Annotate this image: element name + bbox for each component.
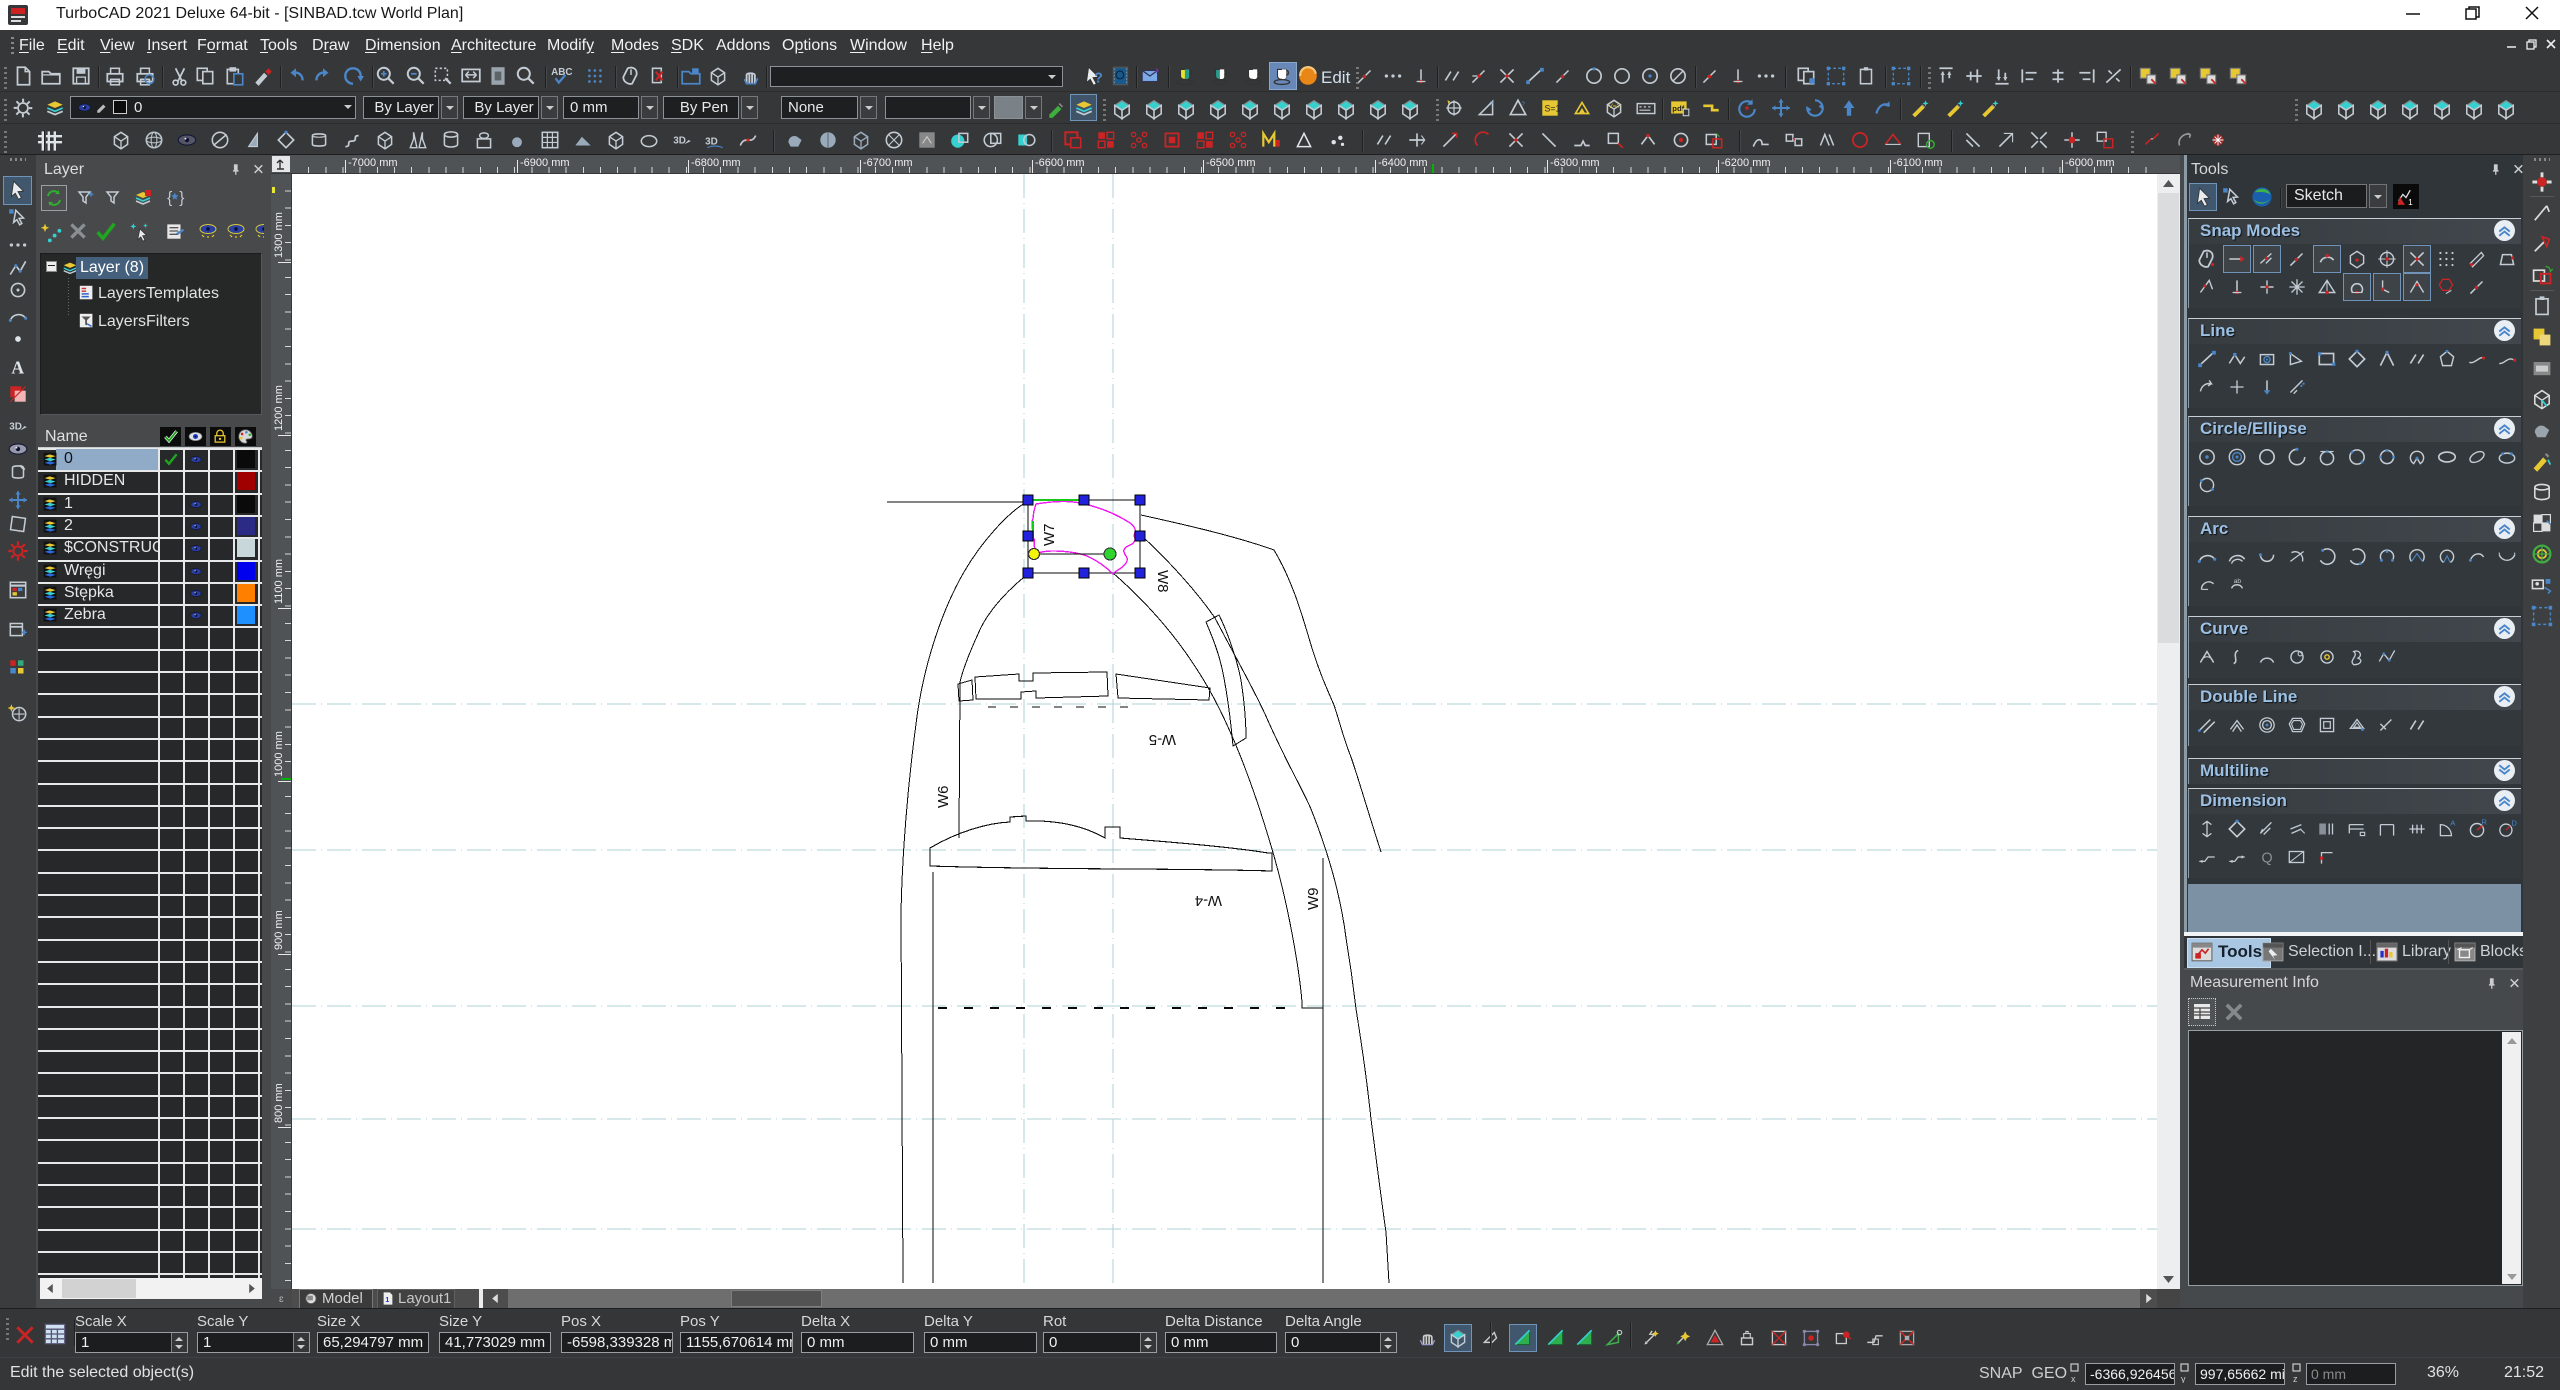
svg-text:S=1: S=1 [1545,103,1561,113]
svg-text:W-4: W-4 [1195,892,1222,909]
svg-text:1: 1 [385,1297,389,1304]
svg-text:A: A [11,358,24,378]
svg-text:y: y [2181,1374,2186,1383]
svg-text:?: ? [1489,101,1493,108]
svg-text:x: x [2071,1374,2076,1383]
svg-text:z: z [2293,1374,2298,1383]
svg-text:W9: W9 [1305,888,1322,911]
svg-text:V=?: V=? [1609,103,1621,110]
svg-text:W8: W8 [1154,570,1171,593]
svg-text:1: 1 [2408,197,2413,207]
svg-text:W-5: W-5 [1149,731,1176,748]
svg-text:ABC: ABC [551,67,572,78]
svg-text:}: } [179,190,184,207]
svg-text:{: { [167,190,172,207]
svg-text:?: ? [1094,71,1103,87]
svg-text:W6: W6 [935,786,952,809]
svg-text:3D: 3D [673,135,686,146]
svg-text:Q: Q [2262,851,2273,867]
svg-text:?: ? [1521,101,1525,108]
svg-text:D: D [2511,819,2517,828]
svg-text:3D: 3D [9,421,22,432]
svg-text:A: A [2450,819,2456,828]
svg-text:W7: W7 [1041,524,1058,547]
svg-text:ab: ab [2234,578,2242,585]
svg-text:R: R [2481,818,2487,827]
